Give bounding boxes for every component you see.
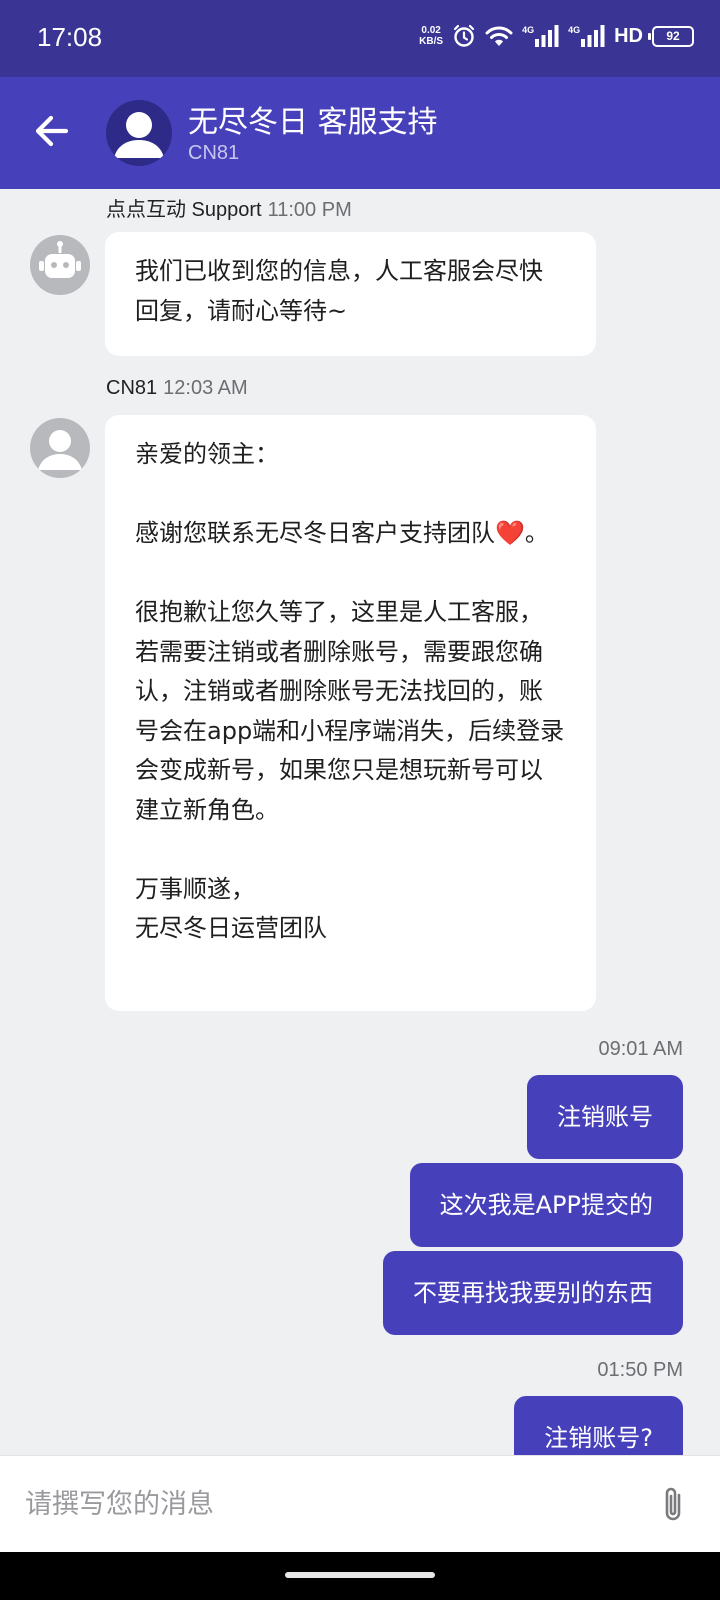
signal-bars-icon xyxy=(535,25,559,47)
status-bar: 17:08 0.02 KB/S 4G 4G HD 92 xyxy=(0,0,720,77)
message-time: 01:50 PM xyxy=(597,1359,683,1381)
robot-icon xyxy=(39,241,81,278)
signal-strength-2: 4G xyxy=(568,25,605,47)
person-icon xyxy=(114,112,164,158)
chat-header: 无尽冬日 客服支持 CN81 xyxy=(0,77,720,189)
signal-strength-1: 4G xyxy=(522,25,559,47)
message-time: 11:00 PM xyxy=(267,199,352,221)
incoming-message-bubble: 亲爱的领主： 感谢您联系无尽冬日客户支持团队❤️。 很抱歉让您久等了，这里是人工… xyxy=(105,415,596,1011)
chat-screen: 17:08 0.02 KB/S 4G 4G HD 92 无尽冬日 客服支持 CN… xyxy=(0,0,720,1600)
network-speed-unit: KB/S xyxy=(419,36,444,47)
system-navigation-bar xyxy=(0,1552,720,1600)
signal-bars-icon xyxy=(581,25,605,47)
message-sender: 点点互动 Support xyxy=(106,199,262,221)
wifi-icon xyxy=(485,26,513,46)
chat-title: 无尽冬日 客服支持 xyxy=(188,105,438,140)
status-time: 17:08 xyxy=(37,22,103,52)
bot-avatar xyxy=(30,235,90,295)
message-meta: CN81 12:03 AM xyxy=(106,377,248,400)
message-sender: CN81 xyxy=(106,377,158,399)
message-time: 12:03 AM xyxy=(163,377,248,399)
outgoing-message-bubble: 不要再找我要别的东西 xyxy=(383,1251,683,1335)
alarm-icon xyxy=(453,24,475,47)
network-speed: 0.02 KB/S xyxy=(419,25,443,47)
message-input[interactable] xyxy=(0,1456,640,1553)
chat-subtitle: CN81 xyxy=(188,142,240,164)
person-icon xyxy=(38,430,82,470)
outgoing-message-bubble: 这次我是APP提交的 xyxy=(409,1163,683,1247)
network-speed-value: 0.02 xyxy=(421,25,441,36)
attach-button[interactable] xyxy=(655,1484,691,1526)
signal-2-label: 4G xyxy=(568,25,581,35)
outgoing-message-bubble: 注销账号 xyxy=(527,1075,683,1159)
message-time: 09:01 AM xyxy=(598,1038,683,1060)
status-icons: 0.02 KB/S 4G 4G HD 92 xyxy=(419,24,694,48)
signal-1-label: 4G xyxy=(522,25,535,35)
message-composer xyxy=(0,1455,720,1553)
home-gesture-bar[interactable] xyxy=(285,1572,435,1578)
contact-avatar[interactable] xyxy=(106,100,172,166)
paperclip-icon xyxy=(665,1487,681,1521)
battery-indicator: 92 xyxy=(648,25,694,47)
back-button[interactable] xyxy=(30,109,74,153)
hd-voice-indicator: HD xyxy=(614,24,643,47)
arrow-left-icon xyxy=(35,115,69,147)
agent-avatar xyxy=(30,418,90,478)
incoming-message-bubble: 我们已收到您的信息，人工客服会尽快回复，请耐心等待~ xyxy=(105,232,596,356)
message-meta: 点点互动 Support 11:00 PM xyxy=(106,193,352,222)
